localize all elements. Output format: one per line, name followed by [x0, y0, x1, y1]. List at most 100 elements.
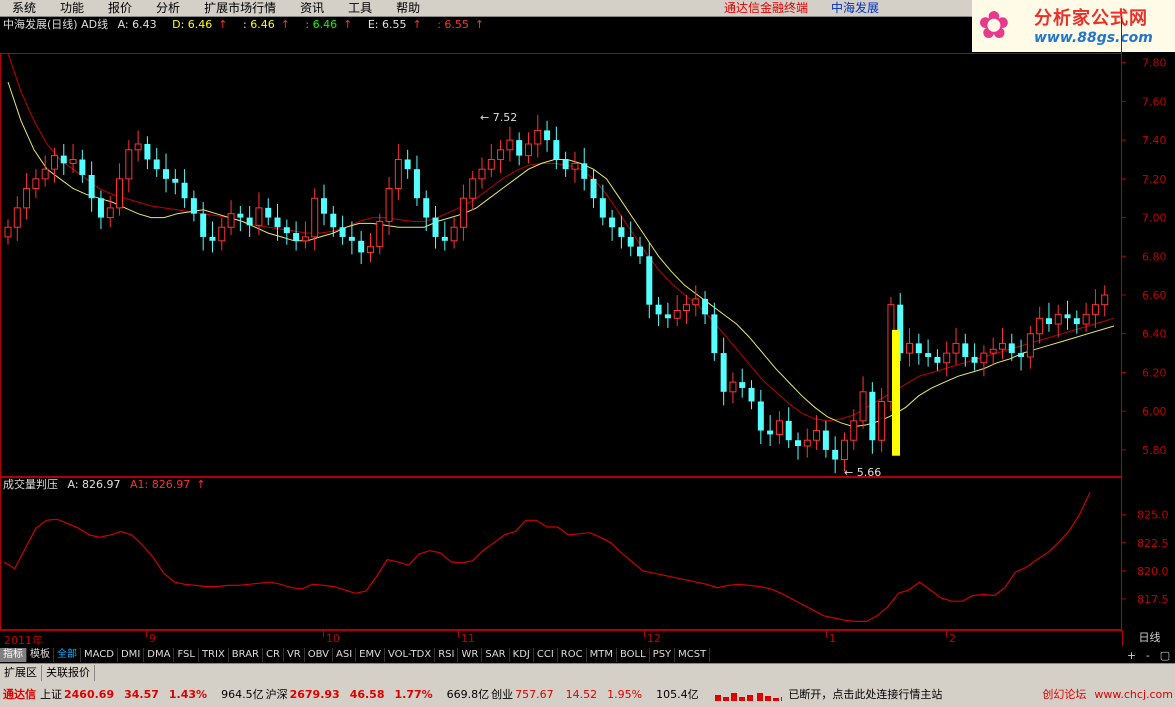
y-tick-label: 7.40: [1142, 134, 1167, 147]
menu-quote[interactable]: 报价: [96, 0, 144, 17]
status-app-name: 通达信: [3, 688, 36, 701]
candle-body-down: [423, 198, 430, 218]
candle-body-up: [729, 381, 737, 393]
indicator-tab-mcst[interactable]: MCST: [675, 648, 711, 662]
indicator-tab-fsl[interactable]: FSL: [174, 648, 199, 662]
candle-body-down: [748, 387, 755, 402]
candle-body-down: [60, 155, 67, 164]
time-label-9: 9: [149, 632, 156, 645]
candle-body-down: [441, 236, 448, 241]
indicator-tab-dmi[interactable]: DMI: [118, 648, 145, 662]
hs-pct: 1.77%: [394, 687, 433, 701]
candle-body-up: [4, 226, 12, 238]
candle-body-down: [404, 159, 411, 170]
candle-body-down: [599, 198, 606, 218]
candle-body-up: [13, 207, 21, 228]
candle-body-up: [980, 352, 988, 364]
indicator-tab-obv[interactable]: OBV: [305, 648, 333, 662]
menu-ext-market[interactable]: 扩展市场行情: [192, 0, 288, 17]
candle-body-down: [720, 353, 727, 392]
sh-pct: 1.43%: [168, 687, 208, 701]
ext-tab-area[interactable]: 扩展区: [0, 664, 42, 681]
extension-bar: 扩展区 关联报价: [0, 663, 1175, 681]
restore-button[interactable]: ▢: [1160, 649, 1170, 662]
candle-body-up: [227, 213, 235, 228]
y-tick-label: 6.20: [1142, 366, 1167, 379]
candle-body-up: [366, 246, 374, 253]
menu-analysis[interactable]: 分析: [144, 0, 192, 17]
candle-body-down: [163, 169, 169, 179]
menu-help[interactable]: 帮助: [384, 0, 432, 17]
indicator-tab-asi[interactable]: ASI: [333, 648, 357, 662]
indicator-tab-指标[interactable]: 指标: [0, 648, 27, 662]
hs-label: 沪深: [265, 688, 288, 701]
indicator-tab-全部[interactable]: 全部: [54, 648, 81, 662]
ind-y-tick-label: 825.0: [1137, 509, 1169, 522]
indicator-tab-wr[interactable]: WR: [458, 648, 483, 662]
indicator-tab-boll[interactable]: BOLL: [617, 648, 650, 662]
candle-body-down: [711, 314, 718, 354]
period-selector[interactable]: 日线: [1122, 630, 1175, 646]
forum-label: 创幻论坛: [1042, 688, 1087, 701]
indicator-chart[interactable]: 825.0 822.5 820.0 817.5: [0, 477, 1175, 630]
candle-body-down: [432, 217, 439, 237]
connection-message[interactable]: 已断开，点击此处连接行情主站: [788, 686, 942, 702]
y-tick-label: 7.80: [1142, 57, 1167, 70]
time-label-1: 1: [829, 632, 836, 645]
candle-body-up: [218, 226, 226, 242]
indicator-tab-cci[interactable]: CCI: [534, 648, 558, 662]
indicator-tab-macd[interactable]: MACD: [81, 648, 118, 662]
main-chart-pane[interactable]: 中海发展(日线) AD线 A: 6.43 D: 6.46 ↑ : 6.46 ↑ : …: [0, 17, 1175, 477]
candle-body-down: [664, 314, 671, 319]
indicator-tab-rsi[interactable]: RSI: [435, 648, 459, 662]
ext-tab-related[interactable]: 关联报价: [42, 664, 95, 681]
time-label-2011: 2011年: [4, 634, 43, 647]
indicator-tab-roc[interactable]: ROC: [558, 648, 587, 662]
candle-body-down: [590, 178, 597, 199]
candle-body-down: [153, 159, 160, 170]
status-bar: 通达信 上证 2460.69 34.57 1.43% 964.5亿 沪深 267…: [0, 681, 1175, 707]
time-label-11: 11: [461, 632, 475, 645]
candle-body-down: [1008, 343, 1015, 354]
candle-body-down: [971, 356, 978, 363]
candle-body-up: [394, 158, 402, 190]
indicator-tab-dma[interactable]: DMA: [144, 648, 175, 662]
indicator-tab-cr[interactable]: CR: [263, 648, 284, 662]
indicator-tab-vol-tdx[interactable]: VOL-TDX: [385, 648, 436, 662]
candle-body-up: [311, 197, 319, 238]
candle-body-up: [1082, 313, 1090, 325]
candle-body-down: [795, 440, 801, 447]
indicator-tab-模板[interactable]: 模板: [27, 648, 54, 662]
y-tick-label: 6.40: [1142, 328, 1167, 341]
zoom-in-button[interactable]: +: [1127, 649, 1136, 662]
zoom-out-button[interactable]: -: [1146, 649, 1150, 662]
candle-body-up: [32, 178, 40, 190]
candle-body-down: [274, 217, 281, 228]
indicator-tab-mtm[interactable]: MTM: [587, 648, 617, 662]
candle-body-down: [348, 236, 355, 241]
y-tick-label: 6.80: [1142, 250, 1167, 263]
indicator-tab-kdj[interactable]: KDJ: [510, 648, 534, 662]
indicator-tab-vr[interactable]: VR: [284, 648, 305, 662]
indicator-line: [3, 492, 1091, 622]
candle-body-down: [785, 420, 792, 441]
candlestick-chart[interactable]: 7.80 7.60 7.40 7.20 7.00 6.80 6.60 6.40 6.20 6.00…: [0, 17, 1175, 477]
candle-body-up: [673, 309, 681, 319]
menu-tools[interactable]: 工具: [336, 0, 384, 17]
menu-function[interactable]: 功能: [48, 0, 96, 17]
zoom-controls: + - ▢: [1122, 647, 1175, 663]
candle-body-down: [293, 233, 300, 241]
candle-body-up: [906, 342, 914, 354]
candle-body-up: [116, 178, 124, 209]
indicator-tab-brar[interactable]: BRAR: [229, 648, 263, 662]
forum-url[interactable]: www.chcj.com: [1094, 688, 1173, 701]
menu-system[interactable]: 系统: [0, 0, 48, 17]
indicator-tab-sar[interactable]: SAR: [482, 648, 510, 662]
indicator-pane[interactable]: 成交量判压 A: 826.97 A1: 826.97 ↑ 825.0 822.5 82…: [0, 477, 1175, 630]
indicator-tab-psy[interactable]: PSY: [650, 648, 676, 662]
candle-body-down: [618, 227, 625, 237]
indicator-tab-emv[interactable]: EMV: [356, 648, 385, 662]
candle-body-up: [23, 188, 31, 209]
indicator-tab-trix[interactable]: TRIX: [199, 648, 229, 662]
menu-info[interactable]: 资讯: [288, 0, 336, 17]
